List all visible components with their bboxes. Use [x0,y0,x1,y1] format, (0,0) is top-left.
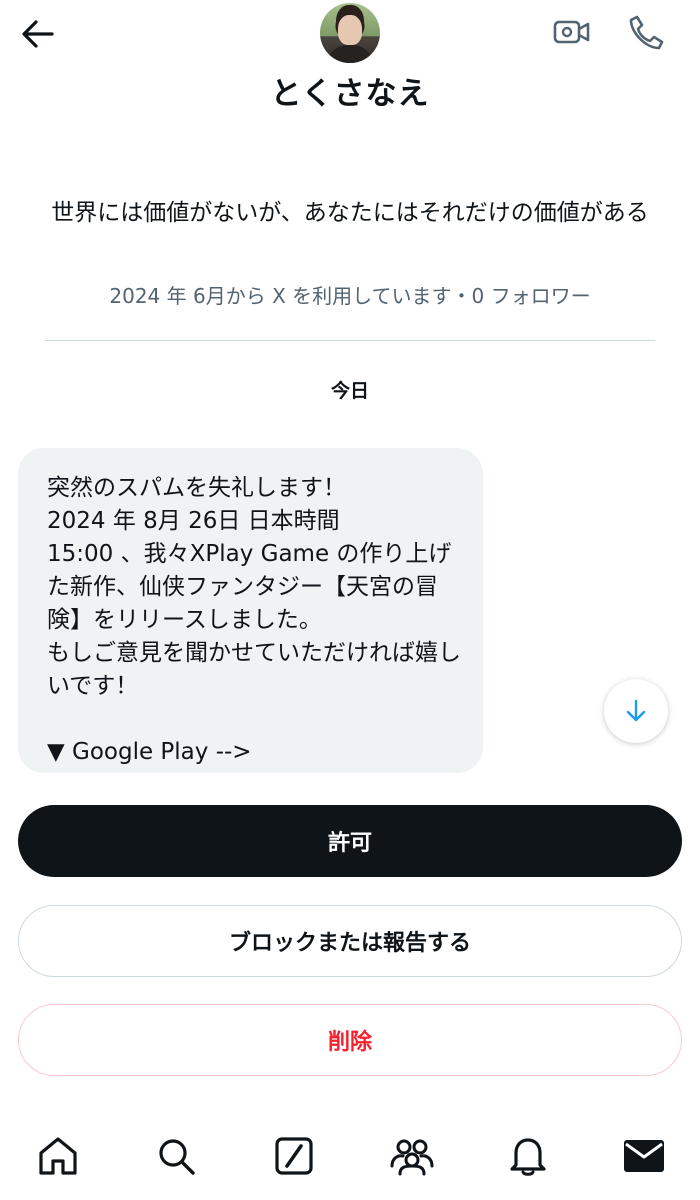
avatar[interactable] [320,3,380,63]
nav-communities[interactable] [382,1126,442,1186]
message-text: 突然のスパムを失礼します！ 2024 年 8月 26日 日本時間 15:00 、… [47,475,461,765]
nav-grok[interactable] [264,1126,324,1186]
block-or-report-button[interactable]: ブロックまたは報告する [18,905,682,977]
home-icon [37,1135,79,1177]
nav-search[interactable] [146,1126,206,1186]
avatar-face [338,15,362,45]
back-button[interactable] [14,12,62,56]
date-label: 今日 [330,380,369,402]
video-call-button[interactable] [548,10,596,54]
communities-icon [389,1136,435,1176]
message-bubble[interactable]: 突然のスパムを失礼します！ 2024 年 8月 26日 日本時間 15:00 、… [18,448,483,773]
notifications-icon [508,1135,548,1177]
arrow-left-icon [21,19,55,49]
call-button[interactable] [622,10,670,54]
search-icon [156,1136,196,1176]
avatar-shirt [326,45,374,63]
delete-button[interactable]: 削除 [18,1004,682,1076]
accept-button[interactable]: 許可 [18,805,682,877]
display-name: とくさなえ [270,76,430,112]
profile-bio: 世界には価値がないが、あなたにはそれだけの価値がある [51,200,649,226]
grok-icon [274,1136,314,1176]
divider [45,340,655,341]
messages-icon [622,1138,666,1174]
nav-home[interactable] [28,1126,88,1186]
scroll-to-bottom-button[interactable] [604,679,668,743]
nav-messages[interactable] [614,1126,674,1186]
video-call-icon [553,17,591,47]
nav-notifications[interactable] [498,1126,558,1186]
phone-icon [628,14,664,50]
arrow-down-icon [625,698,647,724]
profile-meta: 2024 年 6月から X を利用しています・0 フォロワー [109,284,591,308]
